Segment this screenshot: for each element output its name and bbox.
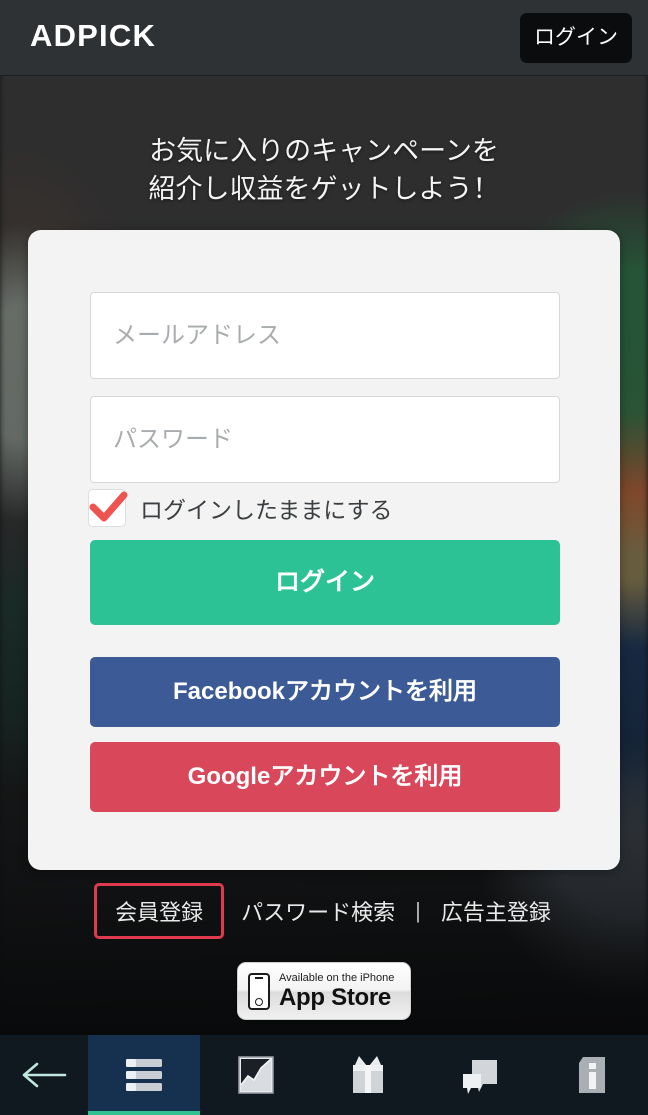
iphone-icon [248, 972, 270, 1010]
footer-links: 会員登録 パスワード検索 | 広告主登録 [0, 883, 648, 939]
chat-icon [463, 1060, 497, 1094]
login-submit-button[interactable]: ログイン [90, 540, 560, 625]
remember-me-label: ログインしたままにする [140, 497, 393, 523]
list-icon [126, 1059, 162, 1091]
password-input[interactable] [90, 396, 560, 483]
app-store-badge[interactable]: Available on the iPhone App Store [237, 962, 411, 1020]
app-screen: ADPICK ログイン お気に入りのキャンペーンを 紹介し収益をゲットしよう！ … [0, 0, 648, 1115]
app-store-tagline: Available on the iPhone [279, 971, 395, 984]
tagline: お気に入りのキャンペーンを 紹介し収益をゲットしよう！ [0, 132, 648, 208]
app-logo: ADPICK [30, 18, 157, 53]
advertiser-register-link[interactable]: 広告主登録 [441, 895, 551, 927]
nav-item-chart[interactable] [200, 1035, 312, 1115]
header-login-button[interactable]: ログイン [520, 13, 632, 63]
bottom-navigation-bar [0, 1035, 648, 1115]
login-card: ログインしたままにする ログイン Facebookアカウントを利用 Google… [28, 230, 620, 870]
app-store-name: App Store [279, 983, 391, 1011]
nav-item-chat[interactable] [424, 1035, 536, 1115]
app-store-text: Available on the iPhone App Store [279, 971, 395, 1011]
google-login-button[interactable]: Googleアカウントを利用 [90, 742, 560, 812]
info-icon [579, 1057, 605, 1093]
link-separator: | [415, 898, 421, 923]
email-input[interactable] [90, 292, 560, 379]
password-search-link[interactable]: パスワード検索 [241, 895, 395, 927]
remember-me-row[interactable]: ログインしたままにする [88, 488, 393, 528]
arrow-left-icon [22, 1062, 67, 1088]
nav-item-gift[interactable] [312, 1035, 424, 1115]
nav-back-button[interactable] [0, 1035, 88, 1115]
register-link[interactable]: 会員登録 [115, 900, 203, 925]
app-header: ADPICK ログイン [0, 0, 648, 76]
facebook-login-button[interactable]: Facebookアカウントを利用 [90, 657, 560, 727]
tagline-line-2: 紹介し収益をゲットしよう！ [148, 174, 500, 204]
checkmark-icon [89, 491, 128, 522]
remember-me-checkbox[interactable] [88, 489, 128, 527]
gift-icon [353, 1056, 383, 1093]
tagline-line-1: お気に入りのキャンペーンを [149, 136, 499, 166]
nav-item-list[interactable] [88, 1035, 200, 1115]
register-link-highlight: 会員登録 [94, 883, 225, 939]
chart-icon [238, 1056, 274, 1094]
nav-item-info[interactable] [536, 1035, 648, 1115]
